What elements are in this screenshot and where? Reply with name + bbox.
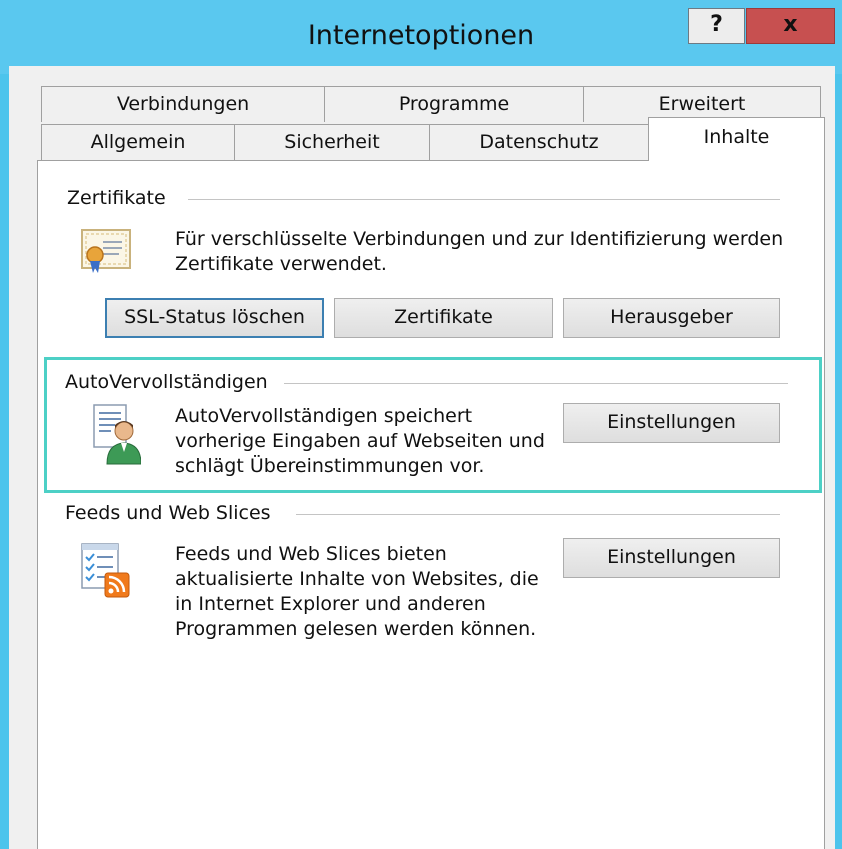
internet-options-window: Internetoptionen ? x Verbindungen Progra… xyxy=(0,0,842,849)
certificates-description-line1: Für verschlüsselte Verbindungen und zur … xyxy=(175,228,784,250)
publishers-button[interactable]: Herausgeber xyxy=(563,298,780,338)
certificates-group-title: Zertifikate xyxy=(67,187,176,209)
autocomplete-settings-button[interactable]: Einstellungen xyxy=(563,403,780,443)
tab-datenschutz[interactable]: Datenschutz xyxy=(429,124,649,160)
feeds-description-line2: aktualisierte Inhalte von Websites, die xyxy=(175,568,539,590)
autocomplete-description-line3: schlägt Übereinstimmungen vor. xyxy=(175,455,485,477)
autocomplete-user-icon xyxy=(93,404,142,470)
ssl-status-clear-button[interactable]: SSL-Status löschen xyxy=(105,298,324,338)
title-bar[interactable]: Internetoptionen ? x xyxy=(0,0,842,74)
certificates-description: Für verschlüsselte Verbindungen und zur … xyxy=(175,227,815,277)
feeds-description-line4: Programmen gelesen werden können. xyxy=(175,618,537,640)
certificates-button[interactable]: Zertifikate xyxy=(334,298,553,338)
tab-inhalte[interactable]: Inhalte xyxy=(648,117,825,161)
autocomplete-description: AutoVervollständigen speichert vorherige… xyxy=(175,404,575,479)
feeds-description-line1: Feeds und Web Slices bieten xyxy=(175,543,447,565)
feeds-description-line3: in Internet Explorer und anderen xyxy=(175,593,486,615)
autocomplete-group-title: AutoVervollständigen xyxy=(65,371,278,393)
tab-verbindungen[interactable]: Verbindungen xyxy=(41,86,325,122)
tab-programme[interactable]: Programme xyxy=(324,86,584,122)
autocomplete-description-line1: AutoVervollständigen speichert xyxy=(175,405,473,427)
feeds-group-title: Feeds und Web Slices xyxy=(65,502,281,524)
feeds-description: Feeds und Web Slices bieten aktualisiert… xyxy=(175,542,575,642)
tab-allgemein[interactable]: Allgemein xyxy=(41,124,235,160)
feeds-group-divider xyxy=(296,514,780,515)
inhalte-tab-panel: Zertifikate Für verschlüsselte Verbindun… xyxy=(37,160,825,849)
feeds-settings-button[interactable]: Einstellungen xyxy=(563,538,780,578)
tab-sicherheit[interactable]: Sicherheit xyxy=(234,124,430,160)
autocomplete-group-divider xyxy=(284,383,788,384)
autocomplete-description-line2: vorherige Eingaben auf Webseiten und xyxy=(175,430,545,452)
close-button[interactable]: x xyxy=(746,8,835,44)
certificates-description-line2: Zertifikate verwendet. xyxy=(175,253,387,275)
help-button[interactable]: ? xyxy=(688,8,745,44)
certificate-icon xyxy=(81,227,131,279)
certificates-group-divider xyxy=(188,199,780,200)
rss-feed-icon xyxy=(81,543,131,603)
